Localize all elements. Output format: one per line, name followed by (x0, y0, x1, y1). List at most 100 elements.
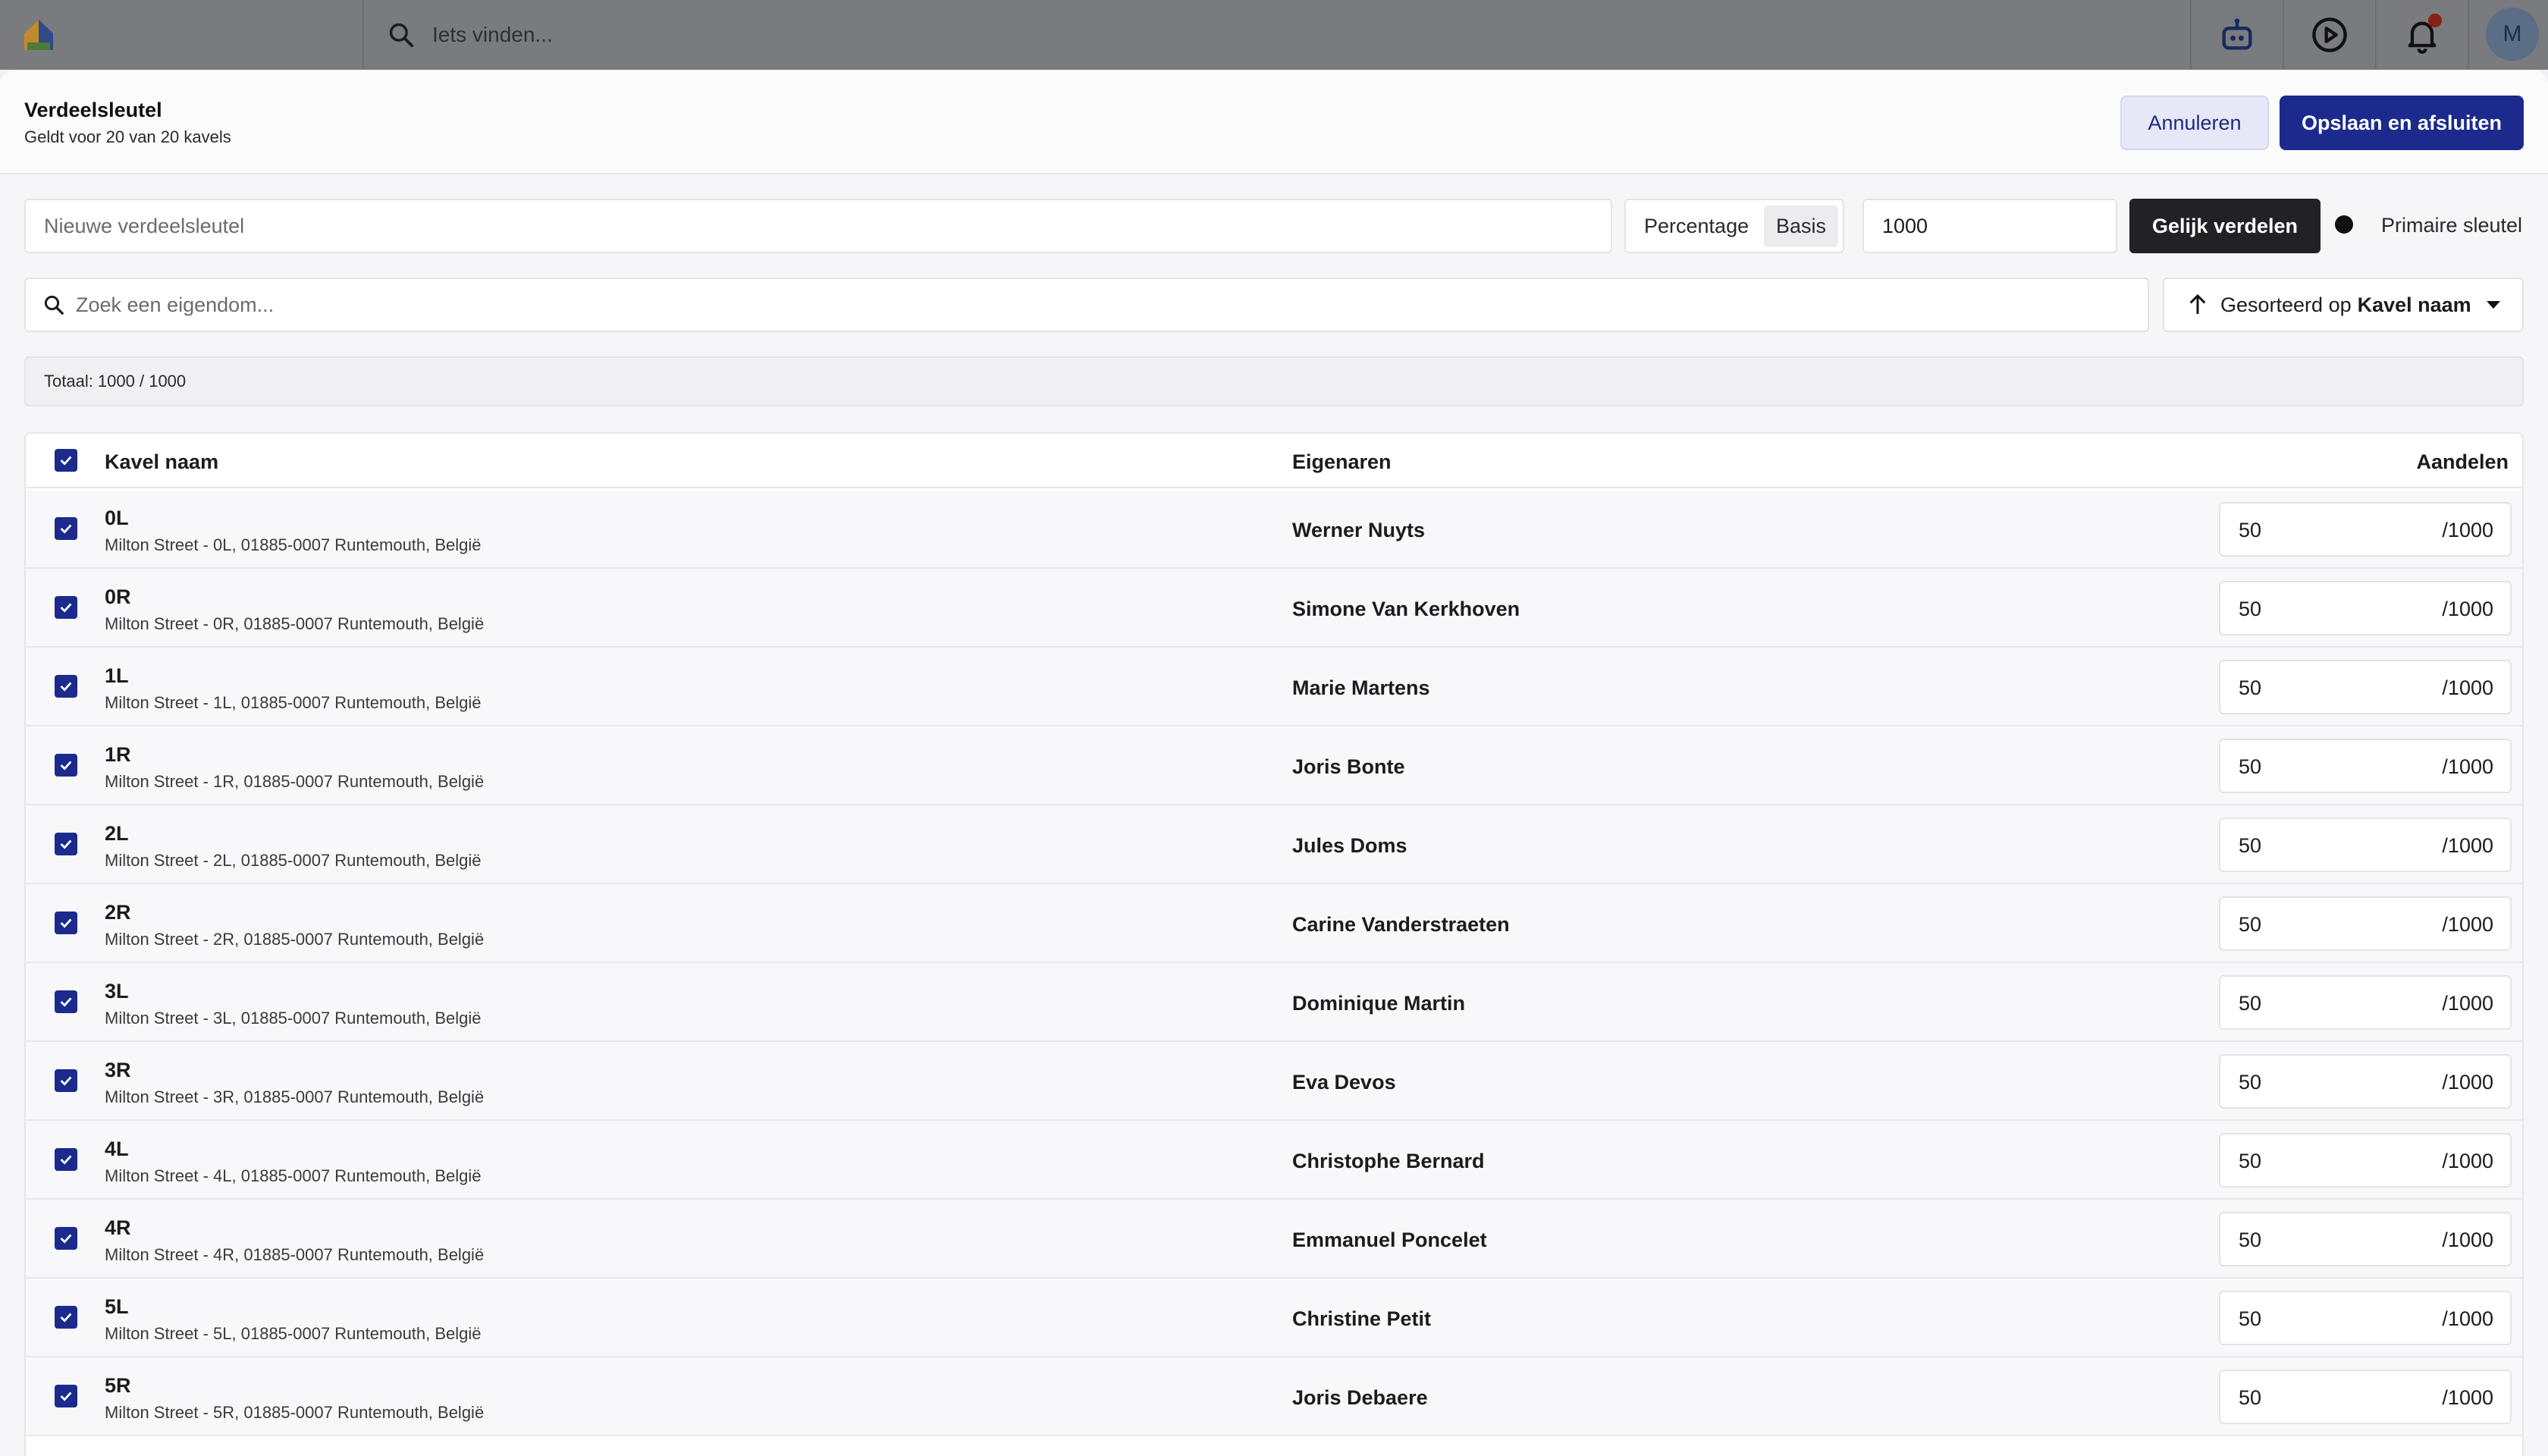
share-input[interactable]: 50 /1000 (2219, 660, 2512, 714)
table-row: 1L Milton Street - 1L, 01885-0007 Runtem… (26, 648, 2522, 726)
header-owners[interactable]: Eigenaren (1292, 450, 1392, 474)
share-denominator: /1000 (2442, 1228, 2493, 1251)
share-denominator: /1000 (2442, 1150, 2493, 1172)
lot-name: 0L (105, 507, 129, 529)
select-all-checkbox[interactable] (55, 449, 77, 472)
row-checkbox[interactable] (55, 1385, 77, 1407)
lot-owner: Eva Devos (1292, 1071, 1396, 1094)
checkmark-icon (60, 682, 72, 692)
modal-subtitle: Geldt voor 20 van 20 kavels (24, 127, 231, 146)
checkmark-icon (60, 1313, 72, 1323)
house-logo-icon[interactable] (21, 17, 56, 52)
play-circle-icon (2312, 17, 2347, 52)
lot-owner: Emmanuel Poncelet (1292, 1228, 1487, 1251)
share-input[interactable]: 50 /1000 (2219, 581, 2512, 635)
property-search-input[interactable]: Zoek een eigendom... (24, 278, 2149, 332)
mode-basis-option[interactable]: Basis (1763, 205, 1838, 247)
table-row: 2L Milton Street - 2L, 01885-0007 Runtem… (26, 805, 2522, 884)
share-value: 50 (2239, 1386, 2262, 1409)
primary-key-label: Primaire sleutel (2381, 214, 2523, 237)
row-checkbox[interactable] (55, 675, 77, 698)
checkmark-icon (60, 1155, 72, 1165)
lot-name: 5R (105, 1374, 131, 1397)
share-value: 50 (2239, 1228, 2262, 1251)
modal-header: Verdeelsleutel Geldt voor 20 van 20 kave… (0, 70, 2548, 174)
share-value: 50 (2239, 676, 2262, 699)
tutorial-button[interactable] (2283, 0, 2375, 70)
share-input[interactable]: 50 /1000 (2219, 502, 2512, 557)
property-search-placeholder: Zoek een eigendom... (76, 293, 275, 316)
row-checkbox[interactable] (55, 1306, 77, 1329)
share-denominator: /1000 (2442, 755, 2493, 778)
distribute-equally-button[interactable]: Gelijk verdelen (2129, 199, 2320, 253)
robot-assistant-icon (2222, 18, 2252, 50)
caret-down-icon (2486, 301, 2500, 309)
row-checkbox[interactable] (55, 754, 77, 777)
share-input[interactable]: 50 /1000 (2219, 896, 2512, 951)
table-row: 5L Milton Street - 5L, 01885-0007 Runtem… (26, 1279, 2522, 1357)
lot-name: 1R (105, 743, 131, 766)
sort-dropdown[interactable]: Gesorteerd op Kavel naam (2163, 278, 2524, 332)
table-row: 2R Milton Street - 2R, 01885-0007 Runtem… (26, 884, 2522, 963)
mode-percentage-option[interactable]: Percentage (1644, 215, 1749, 238)
arrow-up-icon (2189, 293, 2206, 314)
checkmark-icon (60, 1392, 72, 1401)
share-input[interactable]: 50 /1000 (2219, 1212, 2512, 1266)
header-shares[interactable]: Aandelen (2416, 450, 2509, 474)
share-input[interactable]: 50 /1000 (2219, 1133, 2512, 1188)
row-checkbox[interactable] (55, 990, 77, 1013)
row-checkbox[interactable] (55, 912, 77, 934)
total-summary: Totaal: 1000 / 1000 (24, 356, 2524, 406)
table-header: Kavel naam Eigenaren Aandelen (26, 434, 2522, 488)
share-denominator: /1000 (2442, 913, 2493, 936)
checkmark-icon (60, 761, 72, 770)
primary-key-radio[interactable] (2335, 215, 2353, 234)
top-bar: Iets vinden... M (0, 0, 2548, 70)
assistant-button[interactable] (2190, 0, 2283, 70)
row-checkbox[interactable] (55, 1227, 77, 1250)
lot-address: Milton Street - 2R, 01885-0007 Runtemout… (105, 930, 485, 949)
table-row: 0L Milton Street - 0L, 01885-0007 Runtem… (26, 490, 2522, 569)
share-value: 50 (2239, 1150, 2262, 1172)
lots-table: Kavel naam Eigenaren Aandelen 0L Milton … (24, 432, 2524, 1456)
share-input[interactable]: 50 /1000 (2219, 1291, 2512, 1345)
lot-name: 2R (105, 901, 131, 924)
share-input[interactable]: 50 /1000 (2219, 817, 2512, 872)
cancel-button[interactable]: Annuleren (2120, 96, 2269, 150)
sort-field: Kavel naam (2357, 293, 2471, 316)
lot-address: Milton Street - 3R, 01885-0007 Runtemout… (105, 1087, 485, 1106)
share-value: 50 (2239, 1071, 2262, 1094)
notifications-button[interactable] (2375, 0, 2468, 70)
row-checkbox[interactable] (55, 596, 77, 619)
user-menu[interactable]: M (2468, 0, 2548, 70)
row-checkbox[interactable] (55, 517, 77, 540)
lot-name: 2L (105, 822, 129, 845)
basis-input[interactable]: 1000 (1862, 199, 2117, 253)
table-row: 5R Milton Street - 5R, 01885-0007 Runtem… (26, 1357, 2522, 1436)
row-checkbox[interactable] (55, 1069, 77, 1092)
avatar[interactable]: M (2486, 8, 2539, 61)
save-and-close-button[interactable]: Opslaan en afsluiten (2280, 96, 2524, 150)
share-value: 50 (2239, 1307, 2262, 1330)
lot-owner: Carine Vanderstraeten (1292, 913, 1510, 936)
table-row: 4L Milton Street - 4L, 01885-0007 Runtem… (26, 1121, 2522, 1200)
lot-owner: Christophe Bernard (1292, 1150, 1485, 1172)
share-denominator: /1000 (2442, 519, 2493, 541)
share-input[interactable]: 50 /1000 (2219, 739, 2512, 793)
share-denominator: /1000 (2442, 1386, 2493, 1409)
share-value: 50 (2239, 755, 2262, 778)
share-input[interactable]: 50 /1000 (2219, 1370, 2512, 1424)
checkmark-icon (60, 524, 72, 534)
global-search[interactable]: Iets vinden... (387, 15, 553, 55)
share-input[interactable]: 50 /1000 (2219, 1054, 2512, 1109)
share-input[interactable]: 50 /1000 (2219, 975, 2512, 1030)
lot-name: 3L (105, 980, 129, 1003)
key-name-input[interactable]: Nieuwe verdeelsleutel (24, 199, 1612, 253)
lot-owner: Joris Bonte (1292, 755, 1405, 778)
header-lot-name[interactable]: Kavel naam (105, 450, 218, 474)
row-checkbox[interactable] (55, 833, 77, 855)
share-value: 50 (2239, 834, 2262, 857)
table-row: 3L Milton Street - 3L, 01885-0007 Runtem… (26, 963, 2522, 1042)
checkmark-icon (60, 839, 72, 849)
row-checkbox[interactable] (55, 1148, 77, 1171)
